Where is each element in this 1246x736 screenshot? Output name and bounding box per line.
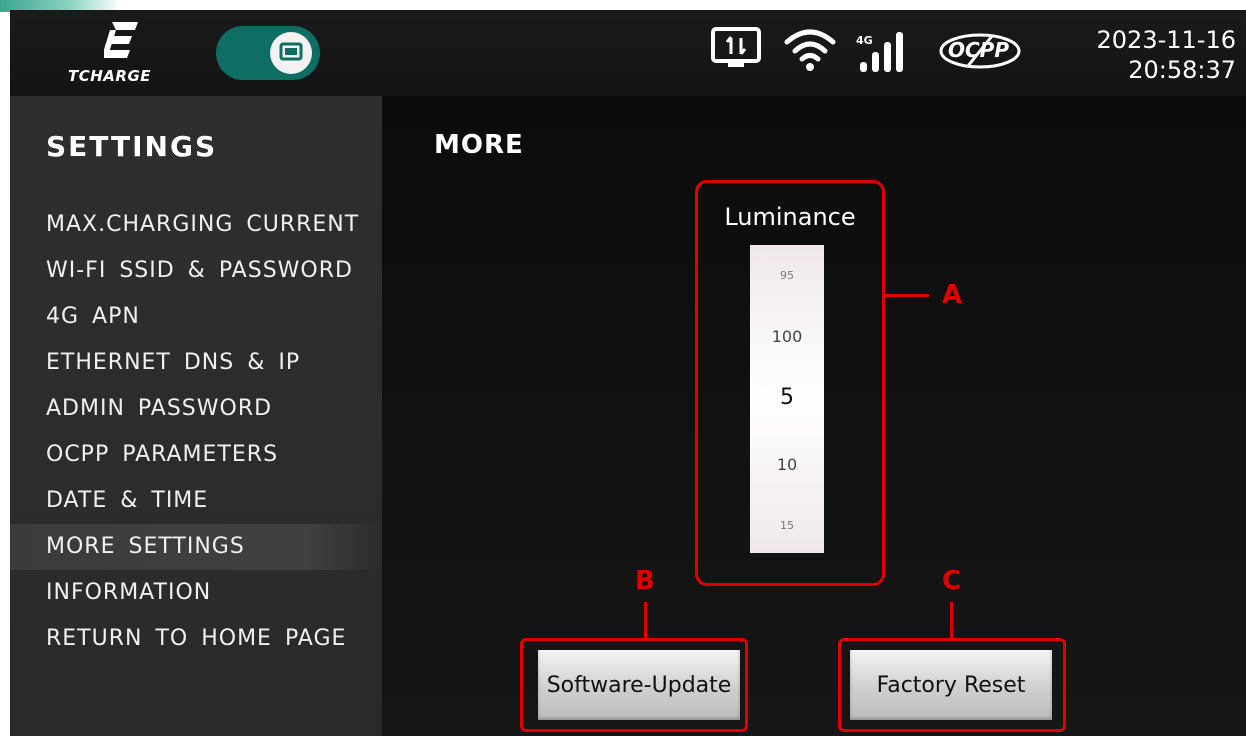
page-title: MORE	[434, 130, 524, 160]
luminance-option[interactable]: 100	[750, 327, 824, 346]
charger-screen: TCHARGE 4G OCPP 2023-11-16 20:58:37 SETT…	[10, 10, 1246, 736]
menu-item-ethernet-dns-ip[interactable]: ETHERNET DNS & IP	[10, 340, 382, 386]
menu-item-information[interactable]: INFORMATION	[10, 570, 382, 616]
top-bar: TCHARGE 4G OCPP 2023-11-16 20:58:37	[10, 10, 1246, 96]
menu-item-admin-password[interactable]: ADMIN PASSWORD	[10, 386, 382, 432]
settings-sidebar: SETTINGS MAX.CHARGING CURRENT WI-FI SSID…	[10, 96, 382, 736]
more-panel: MORE Luminance 95 100 5 10 15 A B C Soft…	[382, 96, 1246, 736]
callout-a-line	[885, 294, 929, 297]
menu-item-max-charging-current[interactable]: MAX.CHARGING CURRENT	[10, 202, 382, 248]
menu-item-wifi-ssid-password[interactable]: WI-FI SSID & PASSWORD	[10, 248, 382, 294]
menu-item-more-settings[interactable]: MORE SETTINGS	[10, 524, 382, 570]
display-toggle[interactable]	[216, 26, 320, 80]
date-text: 2023-11-16	[1096, 26, 1236, 54]
luminance-option[interactable]: 10	[750, 455, 824, 474]
ocpp-disconnected-icon: OCPP	[938, 32, 1022, 70]
monitor-icon	[270, 32, 312, 74]
menu-item-ocpp-parameters[interactable]: OCPP PARAMETERS	[10, 432, 382, 478]
luminance-label: Luminance	[724, 203, 856, 231]
luminance-highlight-box: Luminance 95 100 5 10 15	[695, 180, 885, 586]
settings-menu: MAX.CHARGING CURRENT WI-FI SSID & PASSWO…	[10, 202, 382, 662]
datetime: 2023-11-16 20:58:37	[1097, 25, 1236, 85]
wifi-icon	[784, 29, 836, 71]
signal-4g-icon: 4G	[856, 28, 916, 74]
ocpp-label: OCPP	[948, 38, 1009, 62]
callout-c-label: C	[942, 566, 962, 596]
software-update-button[interactable]: Software-Update	[538, 650, 740, 720]
menu-item-date-time[interactable]: DATE & TIME	[10, 478, 382, 524]
luminance-option[interactable]: 15	[750, 519, 824, 532]
sidebar-title: SETTINGS	[46, 130, 218, 163]
time-text: 20:58:37	[1128, 56, 1236, 84]
luminance-selected-value[interactable]: 5	[750, 385, 824, 410]
callout-c-line	[950, 602, 953, 638]
callout-b-line	[644, 602, 647, 638]
luminance-option[interactable]: 95	[750, 269, 824, 282]
tcharge-logo-icon	[104, 22, 138, 58]
brand-name: TCHARGE	[68, 67, 152, 85]
factory-reset-button[interactable]: Factory Reset	[850, 650, 1052, 720]
callout-a-label: A	[942, 280, 963, 310]
menu-item-return-home[interactable]: RETURN TO HOME PAGE	[10, 616, 382, 662]
luminance-picker[interactable]: 95 100 5 10 15	[750, 245, 824, 553]
callout-b-label: B	[635, 566, 655, 596]
menu-item-4g-apn[interactable]: 4G APN	[10, 294, 382, 340]
brand-logo: TCHARGE	[66, 22, 176, 92]
monitor-transfer-icon	[711, 27, 761, 67]
